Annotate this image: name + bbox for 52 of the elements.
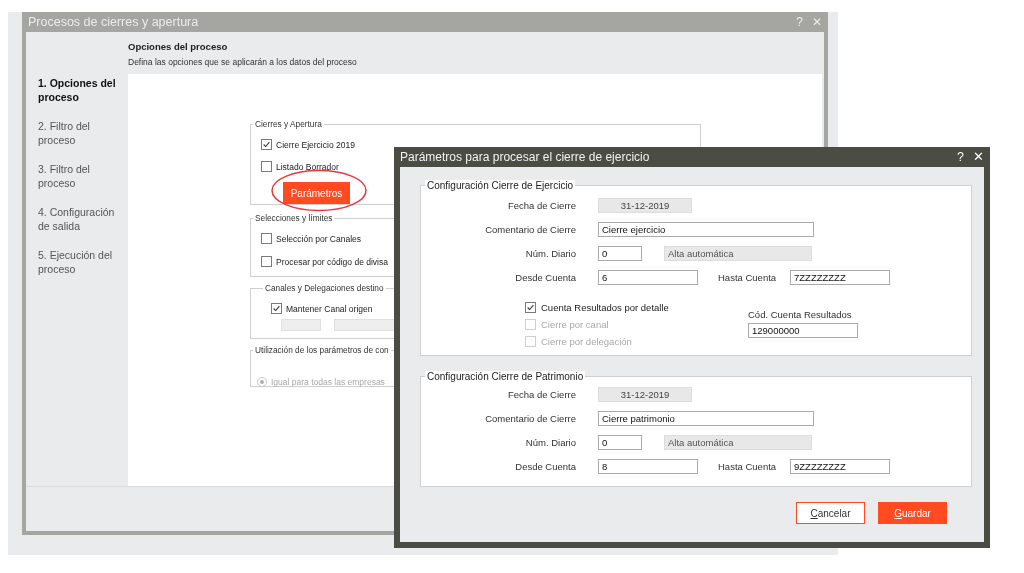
checkbox[interactable]: Mantener Canal origen <box>271 302 373 315</box>
field-label: Hasta Cuenta <box>718 461 778 472</box>
input-field[interactable]: 7ZZZZZZZZ <box>790 270 890 285</box>
wizard-step[interactable]: 5. Ejecución del proceso <box>38 248 128 276</box>
checkbox[interactable]: Procesar por código de divisa <box>261 255 388 268</box>
field-label: Desde Cuenta <box>514 272 576 283</box>
field-label: Hasta Cuenta <box>718 272 778 283</box>
group-title: Configuración Cierre de Patrimonio <box>425 371 586 382</box>
window-title: Procesos de cierres y apertura <box>28 15 199 29</box>
section-title: Opciones del proceso <box>128 41 229 52</box>
read-only-field[interactable]: Alta automática <box>664 435 812 450</box>
input-field[interactable] <box>281 319 321 331</box>
wizard-step[interactable]: 2. Filtro del proceso <box>38 119 128 147</box>
field-label: Núm. Diario <box>524 437 576 448</box>
field-label: Fecha de Cierre <box>506 200 576 211</box>
group-title: Selecciones y límites <box>254 213 334 223</box>
field-label: Fecha de Cierre <box>506 389 576 400</box>
input-field[interactable]: Cierre ejercicio <box>598 222 814 237</box>
read-only-field[interactable]: 31-12-2019 <box>598 198 692 213</box>
close-button[interactable]: ✕ <box>973 150 984 164</box>
input-field[interactable]: 129000000 <box>748 323 858 338</box>
input-field[interactable]: 8 <box>598 459 698 474</box>
section-subtitle: Defina las opciones que se aplicarán a los datos del proceso <box>128 57 358 67</box>
read-only-field[interactable]: 31-12-2019 <box>598 387 692 402</box>
wizard-step[interactable]: 1. Opciones del proceso <box>38 76 128 104</box>
checkbox[interactable]: Cuenta Resultados por detalle <box>525 301 669 314</box>
field-label: Comentario de Cierre <box>484 224 576 235</box>
checkbox[interactable]: Selección por Canales <box>261 232 362 245</box>
checkbox[interactable]: Listado Borrador <box>261 160 339 173</box>
group-title: Utilización de los parámetros de con <box>254 345 390 355</box>
field-label: Núm. Diario <box>524 248 576 259</box>
help-button[interactable]: ? <box>957 150 964 164</box>
input-field[interactable]: 0 <box>598 435 642 450</box>
read-only-field[interactable]: Alta automática <box>664 246 812 261</box>
wizard-step[interactable]: 3. Filtro del proceso <box>38 162 128 190</box>
input-field[interactable]: 0 <box>598 246 642 261</box>
cancel-button[interactable]: Cancelar <box>796 502 865 524</box>
field-label: Comentario de Cierre <box>484 413 576 424</box>
group-title: Canales y Delegaciones destino <box>264 283 385 293</box>
field-label: Desde Cuenta <box>514 461 576 472</box>
input-field[interactable]: 9ZZZZZZZZ <box>790 459 890 474</box>
input-field[interactable]: 6 <box>598 270 698 285</box>
input-field[interactable]: Cierre patrimonio <box>598 411 814 426</box>
checkbox[interactable]: Cierre Ejercicio 2019 <box>261 138 355 151</box>
dialog-title: Parámetros para procesar el cierre de ejercicio <box>400 150 650 164</box>
wizard-step[interactable]: 4. Configuración de salida <box>38 205 128 233</box>
group-title: Cierres y Apertura <box>254 119 323 129</box>
check-icon <box>262 140 271 149</box>
check-icon <box>272 304 281 313</box>
field-label: Cód. Cuenta Resultados <box>748 309 853 320</box>
check-icon <box>526 303 535 312</box>
group-title: Configuración Cierre de Ejercicio <box>425 180 576 191</box>
